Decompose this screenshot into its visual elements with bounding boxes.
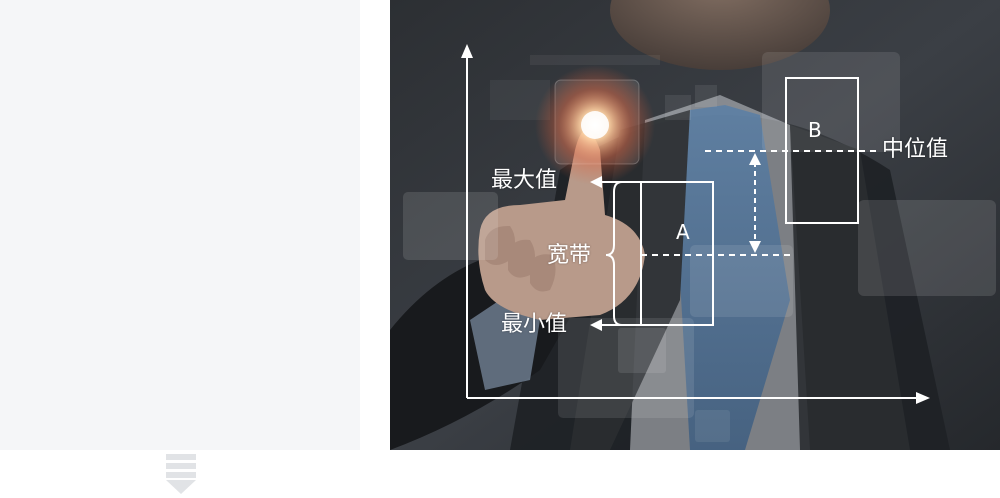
median-label: 中位值 [882, 137, 949, 162]
max-arrow-icon [590, 176, 602, 188]
y-axis-arrow-icon [461, 44, 473, 58]
diagram-overlay [461, 44, 930, 404]
arrow-up-icon [749, 153, 761, 165]
box-a [640, 181, 714, 326]
arrow-down-icon [749, 241, 761, 253]
bandwidth-label: 宽带 [547, 243, 592, 268]
arrow-down-icon [166, 454, 196, 494]
box-a-label: A [676, 220, 690, 244]
min-value-label: 最小值 [501, 312, 568, 337]
concept-image: 最大值 最小值 宽带 中位值 A B [390, 0, 1000, 450]
bandwidth-brace [605, 181, 623, 326]
left-panel [0, 0, 360, 450]
min-arrow-icon [590, 319, 602, 331]
max-value-label: 最大值 [491, 168, 558, 193]
scroll-down-indicator[interactable] [166, 454, 196, 494]
x-axis-arrow-icon [916, 392, 930, 404]
box-b-label: B [808, 118, 822, 142]
